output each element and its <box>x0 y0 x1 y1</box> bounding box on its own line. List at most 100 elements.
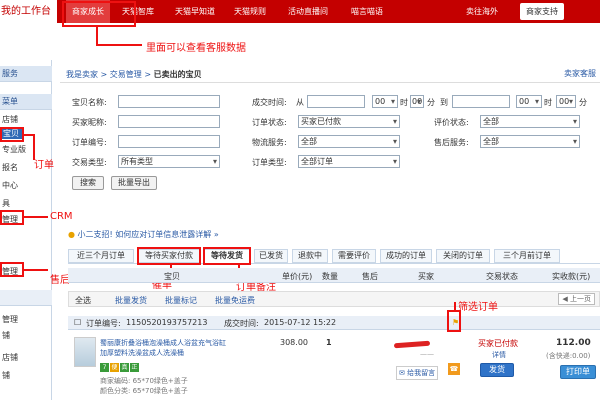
badge-authentic-icon: 真 <box>120 363 129 372</box>
sidebar-section-divider <box>0 290 52 306</box>
print-order-button[interactable]: 打印单 <box>560 365 596 379</box>
start-hour-select[interactable]: 00 <box>372 95 398 108</box>
order-no-input[interactable] <box>118 135 220 148</box>
order-checkbox[interactable]: ☐ <box>74 318 81 327</box>
batch-free-shipping-link[interactable]: 批量免运费 <box>215 295 255 306</box>
sidebar-item-center[interactable]: 中心 <box>2 180 18 191</box>
annotation-box-aftersale <box>0 262 24 277</box>
col-aftersale: 售后 <box>362 272 378 281</box>
annotation-box-merchant-growth <box>62 1 136 27</box>
sidebar-item-tools[interactable]: 具 <box>2 198 10 209</box>
aftersale-label: 售后服务: <box>434 138 469 147</box>
tab-shipped[interactable]: 已发货 <box>254 249 288 263</box>
tab-successful[interactable]: 成功的订单 <box>380 249 432 263</box>
annotation-service-data: 里面可以查看客服数据 <box>146 43 246 54</box>
prev-page-button[interactable]: ◀ 上一页 <box>558 293 595 305</box>
batch-mark-link[interactable]: 批量标记 <box>165 295 197 306</box>
sidebar-item-pro[interactable]: 专业版 <box>2 144 26 155</box>
breadcrumb: 我是卖家 > 交易管理 > 已卖出的宝贝 <box>66 70 202 79</box>
annotation-arrow <box>454 302 456 310</box>
logistics-label: 物流服务: <box>252 138 287 147</box>
order-no-label: 订单编号: <box>72 138 107 147</box>
breadcrumb-seller[interactable]: 我是卖家 <box>66 70 98 79</box>
aftersale-select[interactable]: 全部 <box>480 135 580 148</box>
annotation-box-flag <box>447 310 461 332</box>
annotation-box-crm <box>0 210 24 225</box>
end-minute-select[interactable]: 00 <box>556 95 576 108</box>
annotation-box-orders <box>0 127 24 142</box>
start-minute-select[interactable]: 00 <box>410 95 424 108</box>
trade-time-label: 成交时间: <box>252 98 287 107</box>
annotation-arrow <box>96 44 142 46</box>
breadcrumb-bar: 我是卖家 > 交易管理 > 已卖出的宝贝 卖家客服 <box>60 65 600 83</box>
sidebar-item-shop[interactable]: 店铺 <box>2 114 18 125</box>
order-no-value: 1150520193757213 <box>126 318 208 327</box>
sidebar-head-menu[interactable]: 菜单 <box>0 94 52 110</box>
breadcrumb-current: 已卖出的宝贝 <box>153 70 202 79</box>
search-button[interactable]: 搜索 <box>72 176 104 190</box>
hour-unit: 时 <box>400 98 408 107</box>
nav-activity-live[interactable]: 活动直播间 <box>288 0 328 23</box>
nav-tmall-early-know[interactable]: 天猫早知道 <box>175 0 215 23</box>
col-buyer: 买家 <box>418 272 434 281</box>
annotation-crm: CRM <box>50 211 73 222</box>
annotation-arrow <box>24 216 48 218</box>
tab-closed[interactable]: 关闭的订单 <box>436 249 490 263</box>
badge-convenience-icon: 便 <box>110 363 119 372</box>
sidebar-item-shop2[interactable]: 铺 <box>2 330 10 341</box>
order-qty: 1 <box>326 338 332 347</box>
time-to-label: 到 <box>440 98 448 107</box>
batch-ship-link[interactable]: 批量发货 <box>115 295 147 306</box>
batch-export-button[interactable]: 批量导出 <box>111 176 157 190</box>
annotation-box-waiting-payment <box>137 247 201 265</box>
tab-refunding[interactable]: 退款中 <box>292 249 328 263</box>
item-name-input[interactable] <box>118 95 220 108</box>
ship-button[interactable]: 发货 <box>480 363 514 377</box>
sidebar-item-manage[interactable]: 管理 <box>2 314 18 325</box>
rate-status-select[interactable]: 全部 <box>480 115 580 128</box>
col-item: 宝贝 <box>164 272 180 281</box>
product-thumbnail[interactable] <box>74 337 96 367</box>
order-type-label: 订单类型: <box>252 158 287 167</box>
seller-service-link[interactable]: 卖家客服 <box>564 68 596 79</box>
leave-message-button[interactable]: ✉ 给我留言 <box>396 366 439 380</box>
tab-need-review[interactable]: 需要评价 <box>332 249 376 263</box>
nav-sell-overseas[interactable]: 卖往海外 <box>466 0 498 23</box>
order-time-value: 2015-07-12 15:22 <box>264 318 337 327</box>
security-tip-link[interactable]: ● 小二支招! 如何应对订单信息泄露详解 » <box>68 229 219 240</box>
phone-icon[interactable]: ☎ <box>448 363 460 375</box>
tab-older-than-three-months[interactable]: 三个月前订单 <box>494 249 560 263</box>
order-no-label: 订单编号: <box>86 319 121 328</box>
order-type-select[interactable]: 全部订单 <box>298 155 400 168</box>
col-status: 交易状态 <box>486 272 518 281</box>
end-hour-select[interactable]: 00 <box>516 95 542 108</box>
annotation-box-waiting-shipment <box>203 247 251 265</box>
select-all-checkbox[interactable]: 全选 <box>75 295 91 306</box>
sidebar-head-service[interactable]: 服务 <box>0 66 52 82</box>
end-date-input[interactable] <box>452 95 510 108</box>
trade-type-select[interactable]: 所有类型 <box>118 155 220 168</box>
product-title-line2[interactable]: 加厚塑料洗澡盆成人洗澡桶 <box>100 348 184 358</box>
merchant-support-button[interactable]: 商家支持 <box>520 3 564 20</box>
nav-meow-talk[interactable]: 喵言喵语 <box>351 0 383 23</box>
order-detail-link[interactable]: 详情 <box>492 350 506 360</box>
order-status-select[interactable]: 买家已付款 <box>298 115 400 128</box>
col-paid: 实收款(元) <box>552 272 591 281</box>
nav-tmall-rules[interactable]: 天猫规则 <box>234 0 266 23</box>
annotation-aftersale: 售后 <box>50 275 70 286</box>
tab-recent-three-months[interactable]: 近三个月订单 <box>68 249 134 263</box>
col-qty: 数量 <box>322 272 338 281</box>
badge-genuine-icon: 正 <box>130 363 139 372</box>
start-date-input[interactable] <box>307 95 365 108</box>
sidebar-item-shop4[interactable]: 铺 <box>2 370 10 381</box>
workbench-logo[interactable]: 我的工作台 <box>0 0 57 23</box>
buyer-nick-input[interactable] <box>118 115 220 128</box>
logistics-select[interactable]: 全部 <box>298 135 400 148</box>
product-title-line1[interactable]: 蜀丽康折叠浴桶泡澡桶成人浴盆充气浴缸 <box>100 338 226 348</box>
tip-text: 小二支招! 如何应对订单信息泄露详解 » <box>77 230 219 239</box>
sidebar-item-shop3[interactable]: 店铺 <box>2 352 18 363</box>
breadcrumb-trade-manage[interactable]: 交易管理 <box>110 70 142 79</box>
sidebar-item-signup[interactable]: 报名 <box>2 162 18 173</box>
left-sidebar: 服务 菜单 店铺 宝贝 专业版 报名 中心 具 管理 管理 管理 铺 店铺 铺 <box>0 60 52 400</box>
minute-unit: 分 <box>427 98 435 107</box>
